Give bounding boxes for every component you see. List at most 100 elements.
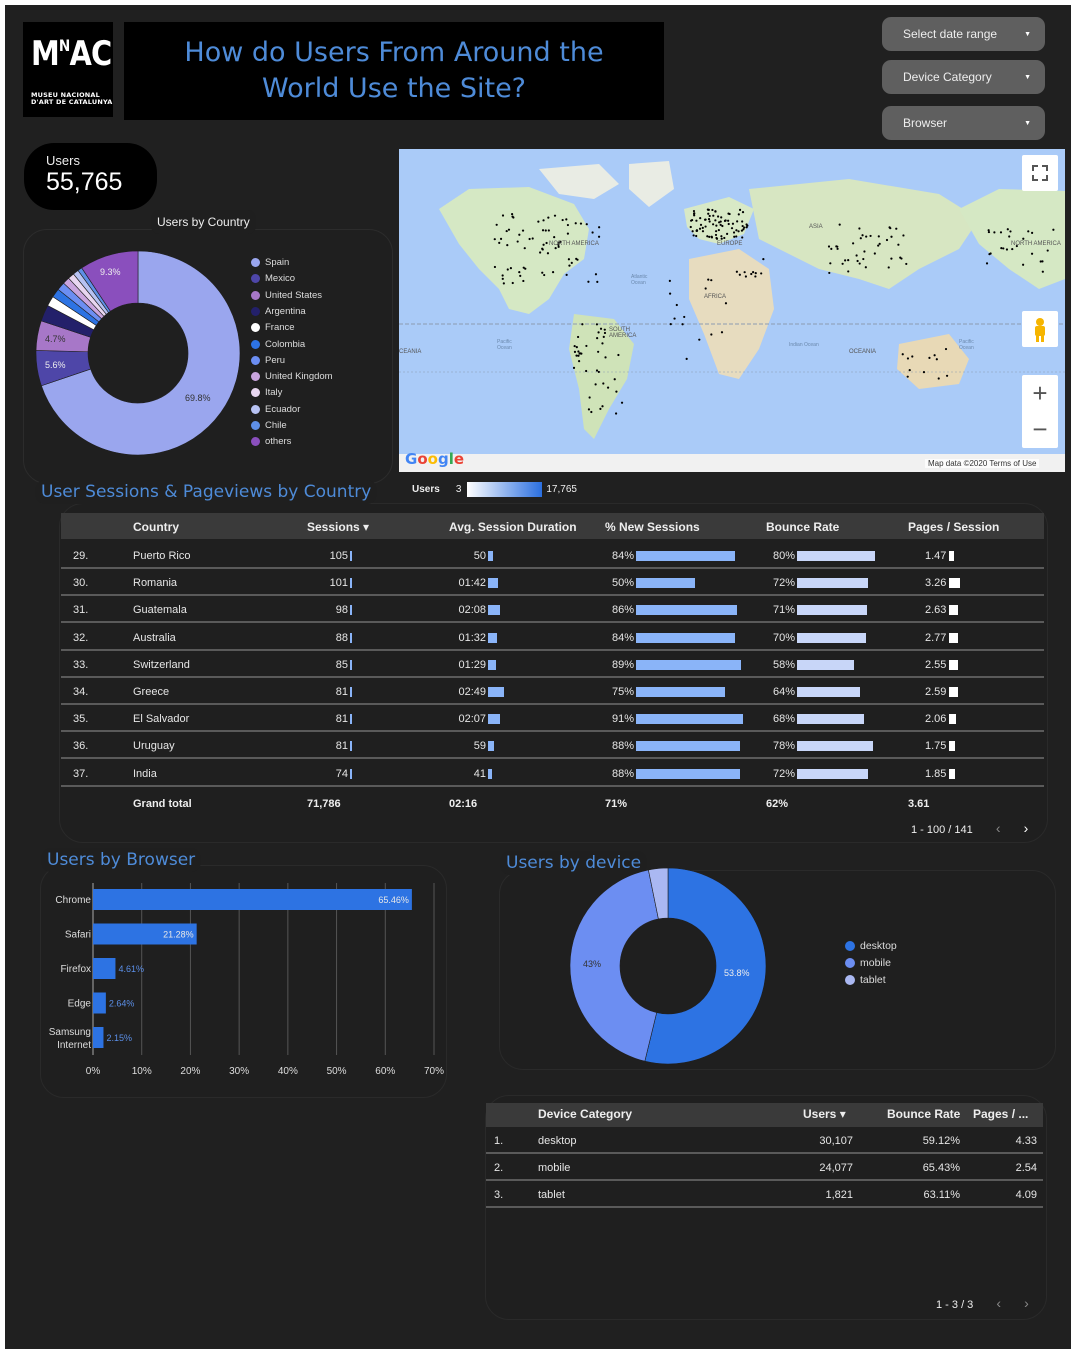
map-point xyxy=(712,214,715,217)
zoom-in-button[interactable]: + xyxy=(1022,375,1058,411)
sessions-bar xyxy=(350,632,352,643)
col-header-pages-per-session[interactable]: Pages / Session xyxy=(908,520,999,534)
next-page-icon[interactable]: › xyxy=(1024,1295,1029,1311)
pages-bar xyxy=(949,768,956,779)
bar-chrome[interactable] xyxy=(93,889,412,910)
prev-page-icon[interactable]: ‹ xyxy=(996,1295,1001,1311)
legend-item-italy[interactable]: Italy xyxy=(251,387,282,398)
legend-item-mexico[interactable]: Mexico xyxy=(251,273,295,284)
table-row[interactable]: 32. Australia 88 01:32 84% 70% 2.77 xyxy=(61,624,1044,651)
legend-item-argentina[interactable]: Argentina xyxy=(251,306,306,317)
map-point xyxy=(728,212,731,216)
map-point xyxy=(585,223,588,226)
map-point xyxy=(498,241,501,244)
map-point xyxy=(730,227,734,230)
next-page-icon[interactable]: › xyxy=(1024,820,1029,836)
map-point xyxy=(511,215,514,218)
row-sessions: 81 xyxy=(335,713,348,726)
table-row[interactable]: 3. tablet 1,821 63.11% 4.09 xyxy=(486,1181,1043,1209)
zoom-out-button[interactable]: − xyxy=(1022,411,1058,447)
table-row[interactable]: 31. Guatemala 98 02:08 86% 71% 2.63 xyxy=(61,596,1044,624)
prev-page-icon[interactable]: ‹ xyxy=(996,820,1001,836)
browser-dropdown[interactable]: Browser ▼ xyxy=(882,106,1045,140)
table-row[interactable]: 30. Romania 101 01:42 50% 72% 3.26 xyxy=(61,569,1044,597)
sessions-bar xyxy=(350,714,352,725)
table-row[interactable]: 34. Greece 81 02:49 75% 64% 2.59 xyxy=(61,678,1044,705)
map-point xyxy=(1027,230,1030,233)
device-category-dropdown[interactable]: Device Category ▼ xyxy=(882,60,1045,94)
col-header-sessions[interactable]: Sessions ▾ xyxy=(307,520,369,534)
map-point xyxy=(707,217,711,221)
legend-item-tablet[interactable]: tablet xyxy=(845,974,886,986)
street-view-pegman-button[interactable] xyxy=(1022,311,1058,347)
legend-item-mobile[interactable]: mobile xyxy=(845,957,891,969)
col-header-device-category[interactable]: Device Category xyxy=(538,1107,632,1121)
users-by-country-donut[interactable] xyxy=(33,248,243,458)
table-row[interactable]: 2. mobile 24,077 65.43% 2.54 xyxy=(486,1154,1043,1182)
map-attribution[interactable]: Map data ©2020 Terms of Use xyxy=(925,459,1040,468)
users-by-browser-chart[interactable]: 0% 10% 20% 30% 40% 50% 60% 70% 65.46% Chrome 21.28… xyxy=(40,875,447,1090)
row-rank: 3. xyxy=(494,1189,504,1202)
map-point xyxy=(704,287,707,290)
legend-dot xyxy=(251,274,260,284)
map-point xyxy=(493,265,497,269)
map-point xyxy=(695,229,699,232)
table-row[interactable]: 35. El Salvador 81 02:07 91% 68% 2.06 xyxy=(61,705,1044,733)
col-header-users[interactable]: Users ▾ xyxy=(803,1107,846,1121)
row-rank: 31. xyxy=(73,604,89,617)
table-row[interactable]: 33. Switzerland 85 01:29 89% 58% 2.55 xyxy=(61,651,1044,678)
table-row[interactable]: 36. Uruguay 81 59 88% 78% 1.75 xyxy=(61,732,1044,760)
category-label-samsung-internet: Samsung xyxy=(49,1027,91,1038)
map-point xyxy=(750,272,753,276)
bar-firefox[interactable] xyxy=(93,958,116,979)
legend-dot xyxy=(251,339,260,349)
duration-bar xyxy=(488,632,497,643)
slice-label-mexico: 5.6% xyxy=(45,360,66,370)
legend-item-desktop[interactable]: desktop xyxy=(845,940,897,952)
row-rank: 1. xyxy=(494,1135,504,1147)
map-point xyxy=(724,302,728,305)
row-new-sessions: 84% xyxy=(611,550,634,562)
map-point xyxy=(720,235,723,238)
map-point xyxy=(836,247,839,250)
col-header-avg-session-duration[interactable]: Avg. Session Duration xyxy=(449,520,577,534)
table-row[interactable]: 29. Puerto Rico 105 50 84% 80% 1.47 xyxy=(61,542,1044,569)
map-point xyxy=(576,335,580,339)
bar-samsung-internet[interactable] xyxy=(93,1027,104,1048)
map-point xyxy=(740,229,744,232)
legend-item-chile[interactable]: Chile xyxy=(251,420,287,431)
row-country: Greece xyxy=(133,686,170,698)
map-point xyxy=(531,237,534,240)
map-point xyxy=(596,280,599,283)
grand-total-pages: 3.61 xyxy=(908,798,930,810)
col-header-device-pages[interactable]: Pages / ... xyxy=(973,1107,1028,1121)
map-point xyxy=(895,227,898,230)
col-header-new-sessions[interactable]: % New Sessions xyxy=(605,520,700,534)
map-point xyxy=(575,346,578,349)
row-new-sessions: 91% xyxy=(611,713,634,726)
legend-item-france[interactable]: France xyxy=(251,322,295,333)
col-header-device-bounce-rate[interactable]: Bounce Rate xyxy=(887,1107,960,1121)
legend-item-colombia[interactable]: Colombia xyxy=(251,339,305,350)
fullscreen-button[interactable] xyxy=(1022,155,1058,191)
legend-item-peru[interactable]: Peru xyxy=(251,355,285,366)
legend-item-united-states[interactable]: United States xyxy=(251,290,322,301)
legend-item-ecuador[interactable]: Ecuador xyxy=(251,404,300,415)
col-header-country[interactable]: Country xyxy=(133,520,179,534)
table-row[interactable]: 37. India 74 41 88% 72% 1.85 xyxy=(61,760,1044,787)
geo-map[interactable]: NORTH AMERICA NORTH AMERICA EUROPE ASIA … xyxy=(399,149,1065,472)
map-point xyxy=(537,220,540,223)
bar-edge[interactable] xyxy=(93,992,106,1014)
legend-item-united-kingdom[interactable]: United Kingdom xyxy=(251,371,333,382)
legend-item-others[interactable]: others xyxy=(251,436,291,447)
map-point xyxy=(733,235,736,238)
map-point xyxy=(613,378,616,381)
col-header-bounce-rate[interactable]: Bounce Rate xyxy=(766,520,839,534)
date-range-dropdown[interactable]: Select date range ▼ xyxy=(882,17,1045,51)
legend-label: Spain xyxy=(265,257,290,268)
legend-item-spain[interactable]: Spain xyxy=(251,257,289,268)
table-row[interactable]: 1. desktop 30,107 59.12% 4.33 xyxy=(486,1127,1043,1154)
row-rank: 36. xyxy=(73,740,89,753)
legend-label: Ecuador xyxy=(265,403,301,415)
slice-label-others: 9.3% xyxy=(100,267,121,277)
